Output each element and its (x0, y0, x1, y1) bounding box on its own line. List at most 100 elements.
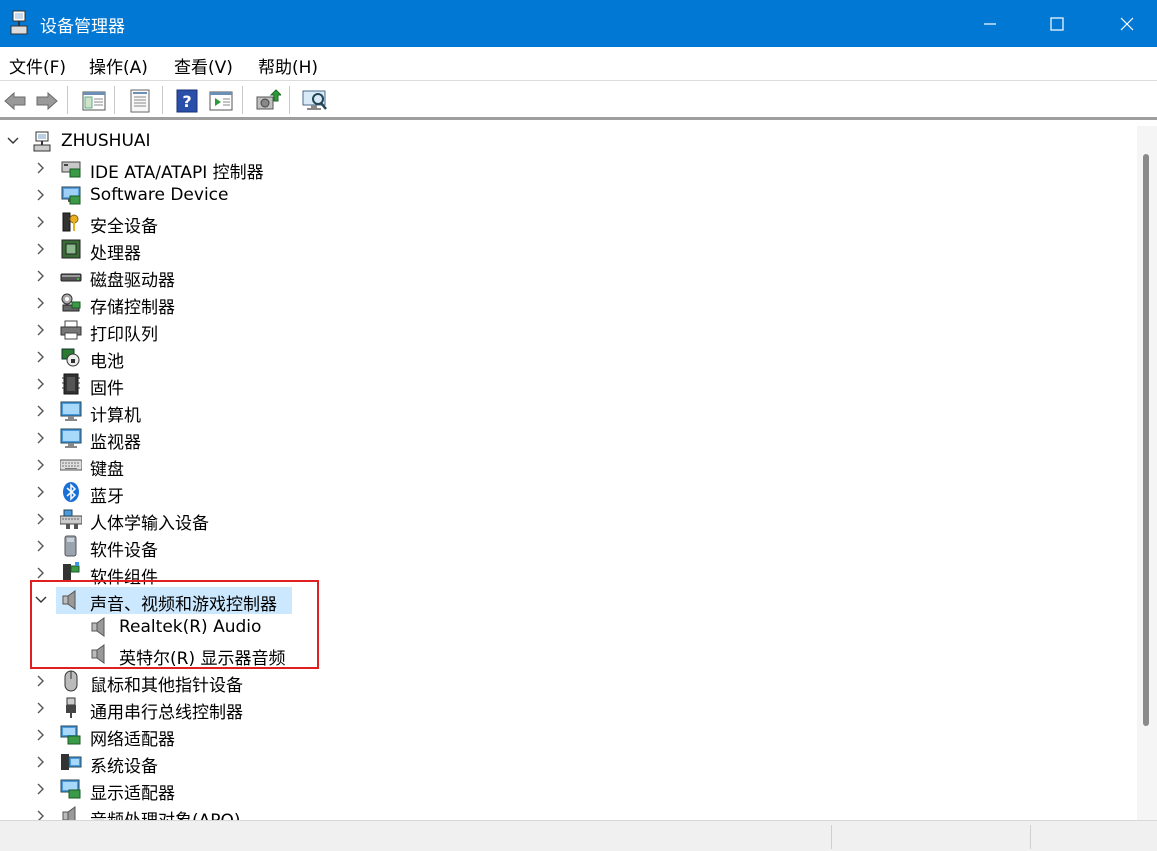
minimize-button[interactable] (955, 0, 1025, 47)
menu-file[interactable]: 文件(F) (9, 53, 66, 78)
expand-chevron[interactable] (34, 321, 48, 339)
expand-chevron[interactable] (34, 537, 48, 555)
vertical-scrollbar[interactable] (1137, 126, 1157, 820)
tree-category-label: 人体学输入设备 (90, 514, 209, 534)
scan-hardware-button[interactable] (301, 87, 329, 115)
tree-category[interactable]: 通用串行总线控制器 (0, 695, 1137, 723)
display-adapter-icon (60, 779, 81, 799)
back-button[interactable] (1, 87, 29, 115)
scrollbar-thumb[interactable] (1143, 154, 1149, 726)
menu-action[interactable]: 操作(A) (89, 53, 148, 78)
properties-button[interactable] (126, 87, 154, 115)
tree-category-label: 固件 (90, 379, 124, 399)
chevron-right-icon (37, 486, 44, 498)
tree-category-label: 网络适配器 (90, 730, 175, 750)
printer-icon (60, 320, 82, 340)
toolbar-separator (162, 86, 163, 114)
chevron-right-icon (37, 216, 44, 228)
menu-help[interactable]: 帮助(H) (258, 53, 318, 78)
security-device-icon (62, 212, 79, 232)
update-driver-button[interactable] (254, 87, 282, 115)
tree-category[interactable]: 蓝牙 (0, 479, 1137, 507)
tree-category[interactable]: 显示适配器 (0, 776, 1137, 804)
device-tree: ZHUSHUAI IDE ATA/ATAPI 控制器 Software Devi… (0, 126, 1137, 820)
help-button[interactable]: ? (173, 87, 201, 115)
bluetooth-icon (63, 482, 79, 502)
menu-view[interactable]: 查看(V) (174, 53, 233, 78)
tree-category-label: 通用串行总线控制器 (90, 703, 243, 723)
chevron-right-icon (37, 702, 44, 714)
tree-category-label: 安全设备 (90, 217, 158, 237)
chevron-right-icon (37, 297, 44, 309)
chevron-right-icon (37, 810, 44, 820)
audio-processing-icon (62, 806, 76, 820)
toolbar-separator (289, 86, 290, 114)
tree-category[interactable]: 音频处理对象(APO) (0, 803, 1137, 820)
expand-chevron[interactable] (34, 510, 48, 528)
expand-chevron[interactable] (34, 294, 48, 312)
tree-category[interactable]: 计算机 (0, 398, 1137, 426)
tree-category[interactable]: 监视器 (0, 425, 1137, 453)
expand-chevron[interactable] (34, 159, 48, 177)
tree-category[interactable]: Software Device (0, 182, 1137, 209)
chevron-right-icon (37, 432, 44, 444)
expand-chevron[interactable] (34, 672, 48, 690)
expand-chevron[interactable] (34, 240, 48, 258)
tree-category[interactable]: 键盘 (0, 452, 1137, 480)
tree-category[interactable]: 处理器 (0, 236, 1137, 264)
tree-category[interactable]: 网络适配器 (0, 722, 1137, 750)
chevron-right-icon (37, 351, 44, 363)
maximize-button[interactable] (1022, 0, 1092, 47)
expand-chevron[interactable] (34, 348, 48, 366)
tree-category[interactable]: 电池 (0, 344, 1137, 372)
tree-category[interactable]: 存储控制器 (0, 290, 1137, 318)
toolbar-separator (67, 86, 68, 114)
svg-text:?: ? (182, 92, 191, 111)
collapse-chevron[interactable] (6, 132, 20, 150)
menu-bar: 文件(F) 操作(A) 查看(V) 帮助(H) (0, 47, 1157, 81)
expand-chevron[interactable] (34, 429, 48, 447)
chevron-right-icon (37, 729, 44, 741)
tree-category[interactable]: 安全设备 (0, 209, 1137, 237)
tree-category-label: 鼠标和其他指针设备 (90, 676, 243, 696)
expand-chevron[interactable] (34, 402, 48, 420)
chevron-right-icon (37, 783, 44, 795)
expand-chevron[interactable] (34, 483, 48, 501)
tree-category[interactable]: 人体学输入设备 (0, 506, 1137, 534)
close-button[interactable] (1092, 0, 1157, 47)
tree-category-label: 显示适配器 (90, 784, 175, 804)
tree-category[interactable]: 打印队列 (0, 317, 1137, 345)
expand-chevron[interactable] (34, 267, 48, 285)
chevron-right-icon (37, 378, 44, 390)
tree-category-label: 处理器 (90, 244, 141, 264)
run-action-icon (209, 91, 233, 111)
show-hide-tree-button[interactable] (80, 87, 108, 115)
tree-category-label: Software Device (90, 185, 229, 205)
tree-root-row[interactable]: ZHUSHUAI (0, 128, 1137, 155)
expand-chevron[interactable] (34, 780, 48, 798)
tree-category-label: 存储控制器 (90, 298, 175, 318)
expand-chevron[interactable] (34, 186, 48, 204)
tree-category[interactable]: 鼠标和其他指针设备 (0, 668, 1137, 696)
run-action-button[interactable] (207, 87, 235, 115)
chevron-down-icon (7, 137, 19, 144)
expand-chevron[interactable] (34, 456, 48, 474)
disk-drive-icon (60, 273, 82, 282)
forward-button[interactable] (33, 87, 61, 115)
expand-chevron[interactable] (34, 213, 48, 231)
chevron-right-icon (37, 243, 44, 255)
expand-chevron[interactable] (34, 726, 48, 744)
monitor-icon (60, 428, 82, 448)
chevron-right-icon (37, 405, 44, 417)
tree-category[interactable]: 软件设备 (0, 533, 1137, 561)
tree-category[interactable]: 磁盘驱动器 (0, 263, 1137, 291)
tree-category[interactable]: 系统设备 (0, 749, 1137, 777)
expand-chevron[interactable] (34, 699, 48, 717)
tree-category[interactable]: 固件 (0, 371, 1137, 399)
tree-category[interactable]: IDE ATA/ATAPI 控制器 (0, 155, 1137, 183)
expand-chevron[interactable] (34, 375, 48, 393)
expand-chevron[interactable] (34, 753, 48, 771)
back-arrow-icon (4, 91, 26, 111)
expand-chevron[interactable] (34, 807, 48, 820)
window-title: 设备管理器 (40, 17, 125, 37)
